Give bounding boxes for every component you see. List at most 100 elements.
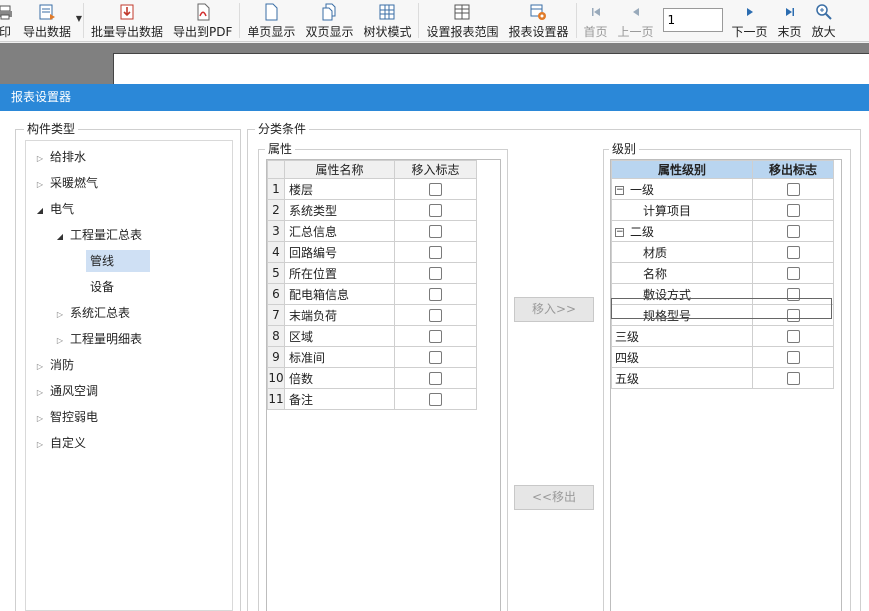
table-row[interactable]: 5 所在位置 xyxy=(267,262,477,284)
toolbar-label: 树状模式 xyxy=(363,25,412,39)
tree-item[interactable]: ◢ 工程量汇总表 xyxy=(54,224,146,246)
toolbar-button-zoom-in[interactable]: 放大 xyxy=(807,0,841,41)
table-row[interactable]: 四级 xyxy=(611,346,834,368)
level-name-cell: 规格型号 xyxy=(611,304,753,326)
move-in-flag-cell xyxy=(394,367,477,389)
table-row[interactable]: 名称 xyxy=(611,262,834,284)
move-out-checkbox[interactable] xyxy=(786,204,800,217)
batch-export-icon xyxy=(118,2,136,22)
tree-item[interactable]: ▷ 系统汇总表 xyxy=(54,302,134,324)
table-row[interactable]: − 一级 xyxy=(611,178,834,200)
move-in-checkbox[interactable] xyxy=(429,225,442,238)
tree-item[interactable]: ▷ 消防 xyxy=(34,354,78,376)
levels-title: 级别 xyxy=(609,142,640,156)
move-in-checkbox[interactable] xyxy=(429,372,442,385)
toolbar-button-tree-mode[interactable]: 树状模式 xyxy=(358,0,416,41)
move-in-checkbox[interactable] xyxy=(429,288,442,301)
component-type-tree[interactable]: ▷ 给排水 ▷ 采暖燃气 ◢ 电气 ◢ 工程量汇总表 管线 设备 ▷ 系统汇总表 ▷ 工程量明细表 ▷ 消防 ▷… xyxy=(25,140,233,611)
tree-item-label: 工程量汇总表 xyxy=(70,228,143,242)
expand-arrow-icon[interactable]: ◢ xyxy=(54,226,66,248)
move-out-checkbox[interactable] xyxy=(786,309,800,322)
level-name-cell: − 一级 xyxy=(611,178,753,200)
move-in-checkbox[interactable] xyxy=(429,351,442,364)
move-out-checkbox[interactable] xyxy=(786,351,800,364)
row-number: 10 xyxy=(267,367,285,389)
table-row[interactable]: 五级 xyxy=(611,367,834,389)
move-in-checkbox[interactable] xyxy=(429,204,442,217)
tree-item[interactable]: ▷ 自定义 xyxy=(34,432,90,454)
toolbar-button-single-page[interactable]: 单页显示 xyxy=(242,0,300,41)
table-row[interactable]: 4 回路编号 xyxy=(267,241,477,263)
toolbar-button-first-page[interactable]: 首页 xyxy=(579,0,613,41)
move-out-checkbox[interactable] xyxy=(786,372,800,385)
toolbar-button-batch-export[interactable]: 批量导出数据 xyxy=(86,0,168,41)
table-row[interactable]: 3 汇总信息 xyxy=(267,220,477,242)
page-number-input[interactable] xyxy=(662,8,723,32)
toolbar-button-report-settings[interactable]: 报表设置器 xyxy=(503,0,573,41)
table-row[interactable]: − 二级 xyxy=(611,220,834,242)
toolbar-button-last-page[interactable]: 末页 xyxy=(773,0,807,41)
tree-item[interactable]: ▷ 给排水 xyxy=(34,146,90,168)
tree-item[interactable]: 设备 xyxy=(74,276,118,298)
move-out-button[interactable]: <<移出 xyxy=(514,485,594,510)
move-out-checkbox[interactable] xyxy=(786,288,800,301)
table-row[interactable]: 材质 xyxy=(611,241,834,263)
collapse-arrow-icon[interactable]: ▷ xyxy=(34,408,46,430)
tree-item[interactable]: ◢ 电气 xyxy=(34,198,78,220)
collapse-arrow-icon[interactable]: ▷ xyxy=(54,330,66,352)
move-in-checkbox[interactable] xyxy=(429,309,442,322)
move-in-checkbox[interactable] xyxy=(429,183,442,196)
move-in-flag-cell xyxy=(394,262,477,284)
table-row[interactable]: 11 备注 xyxy=(267,388,477,410)
toolbar-button-prev-page[interactable]: 上一页 xyxy=(613,0,659,41)
tree-item[interactable]: ▷ 工程量明细表 xyxy=(54,328,146,350)
level-label: 敷设方式 xyxy=(643,287,692,302)
toolbar-button-report-range[interactable]: 设置报表范围 xyxy=(421,0,503,41)
move-in-flag-cell xyxy=(394,346,477,368)
move-out-checkbox[interactable] xyxy=(786,330,800,343)
move-in-checkbox[interactable] xyxy=(429,246,442,259)
table-row[interactable]: 敷设方式 xyxy=(611,283,834,305)
toolbar-label: 首页 xyxy=(583,25,608,39)
tree-item[interactable]: 管线 xyxy=(74,250,150,272)
collapse-arrow-icon[interactable]: ▷ xyxy=(34,434,46,456)
collapse-arrow-icon[interactable]: ▷ xyxy=(34,174,46,196)
move-out-checkbox[interactable] xyxy=(786,246,800,259)
table-row[interactable]: 10 倍数 xyxy=(267,367,477,389)
move-out-checkbox[interactable] xyxy=(786,225,800,238)
toolbar-button-export-data[interactable]: 导出数据 ▼ xyxy=(18,0,82,41)
table-row[interactable]: 9 标准间 xyxy=(267,346,477,368)
attr-header-name: 属性名称 xyxy=(284,160,395,179)
dropdown-arrow-icon[interactable]: ▼ xyxy=(76,14,82,23)
collapse-toggle-icon[interactable]: − xyxy=(615,185,624,195)
table-row[interactable]: 计算项目 xyxy=(611,199,834,221)
move-in-button[interactable]: 移入>> xyxy=(514,297,594,322)
table-row[interactable]: 7 末端负荷 xyxy=(267,304,477,326)
component-type-title: 构件类型 xyxy=(24,122,79,136)
toolbar-button-printer[interactable]: 印 xyxy=(0,0,18,41)
move-out-checkbox[interactable] xyxy=(786,183,800,196)
toolbar-button-double-page[interactable]: 双页显示 xyxy=(300,0,358,41)
move-out-checkbox[interactable] xyxy=(786,267,800,280)
tree-item-label: 电气 xyxy=(50,202,75,216)
table-row[interactable]: 2 系统类型 xyxy=(267,199,477,221)
table-row[interactable]: 6 配电箱信息 xyxy=(267,283,477,305)
collapse-arrow-icon[interactable]: ▷ xyxy=(34,148,46,170)
expand-arrow-icon[interactable]: ◢ xyxy=(34,200,46,222)
toolbar-button-pdf[interactable]: 导出到PDF xyxy=(168,0,237,41)
collapse-arrow-icon[interactable]: ▷ xyxy=(34,382,46,404)
collapse-arrow-icon[interactable]: ▷ xyxy=(34,356,46,378)
tree-item[interactable]: ▷ 采暖燃气 xyxy=(34,172,102,194)
toolbar-button-next-page[interactable]: 下一页 xyxy=(727,0,773,41)
table-row[interactable]: 8 区域 xyxy=(267,325,477,347)
collapse-toggle-icon[interactable]: − xyxy=(615,227,624,237)
move-in-checkbox[interactable] xyxy=(429,267,442,280)
move-in-checkbox[interactable] xyxy=(429,393,442,406)
table-row[interactable]: 1 楼层 xyxy=(267,178,477,200)
tree-item[interactable]: ▷ 通风空调 xyxy=(34,380,102,402)
tree-item[interactable]: ▷ 智控弱电 xyxy=(34,406,102,428)
collapse-arrow-icon[interactable]: ▷ xyxy=(54,304,66,326)
table-row[interactable]: 规格型号 xyxy=(611,304,834,326)
table-row[interactable]: 三级 xyxy=(611,325,834,347)
move-in-checkbox[interactable] xyxy=(429,330,442,343)
